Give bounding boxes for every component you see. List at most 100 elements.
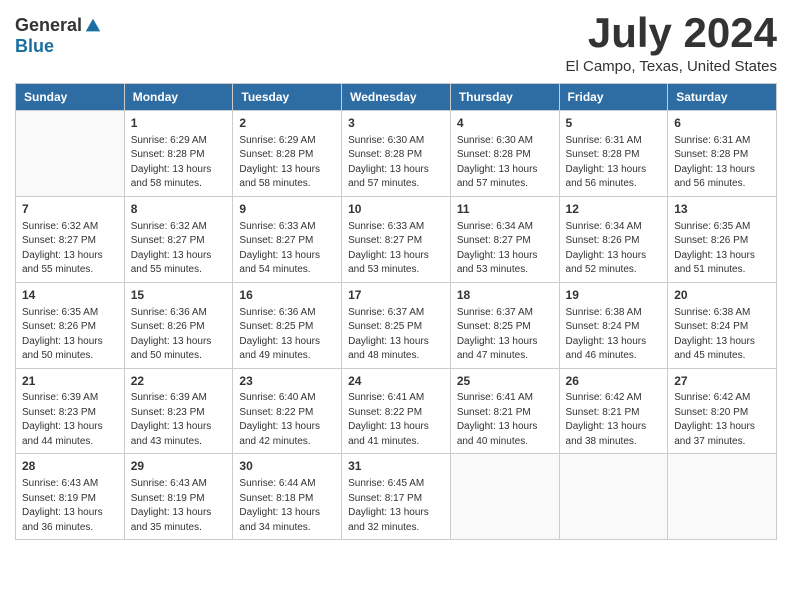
day-info: Sunrise: 6:34 AM Sunset: 8:27 PM Dayligh… xyxy=(457,220,553,278)
calendar-cell: 4Sunrise: 6:30 AM Sunset: 8:28 PM Daylig… xyxy=(450,111,559,197)
calendar-cell: 19 Sunrise: 6:38 AM Sunset: 8:24 PM Dayli… xyxy=(559,282,668,368)
header-monday: Monday xyxy=(124,84,233,111)
day-info: Sunrise: 6:34 AM Sunset: 8:26 PM Dayligh… xyxy=(566,220,662,278)
calendar-week-row: 14 Sunrise: 6:35 AM Sunset: 8:26 PM Dayli… xyxy=(16,282,777,368)
month-year-title: July 2024 xyxy=(566,10,778,56)
day-number: 16 xyxy=(239,287,335,304)
day-info: Sunrise: 6:32 AM Sunset: 8:27 PM Dayligh… xyxy=(131,220,227,278)
logo-icon xyxy=(84,17,102,35)
logo-blue-text: Blue xyxy=(15,36,54,57)
calendar-cell: 29 Sunrise: 6:43 AM Sunset: 8:19 PM Dayli… xyxy=(124,454,233,540)
calendar-header-row: SundayMondayTuesdayWednesdayThursdayFrid… xyxy=(16,84,777,111)
day-info: Sunrise: 6:31 AM Sunset: 8:28 PM Dayligh… xyxy=(566,134,662,192)
day-info: Sunrise: 6:29 AM Sunset: 8:28 PM Dayligh… xyxy=(239,134,335,192)
day-number: 9 xyxy=(239,201,335,218)
day-info: Sunrise: 6:39 AM Sunset: 8:23 PM Dayligh… xyxy=(131,391,227,449)
day-number: 17 xyxy=(348,287,444,304)
day-number: 20 xyxy=(674,287,770,304)
calendar-cell: 16Sunrise: 6:36 AM Sunset: 8:25 PM Dayli… xyxy=(233,282,342,368)
day-number: 19 xyxy=(566,287,662,304)
day-number: 13 xyxy=(674,201,770,218)
day-number: 12 xyxy=(566,201,662,218)
logo: General Blue xyxy=(15,10,102,57)
day-info: Sunrise: 6:45 AM Sunset: 8:17 PM Dayligh… xyxy=(348,477,444,535)
calendar-cell xyxy=(450,454,559,540)
day-info: Sunrise: 6:42 AM Sunset: 8:20 PM Dayligh… xyxy=(674,391,770,449)
title-block: July 2024 El Campo, Texas, United States xyxy=(566,10,778,75)
day-number: 31 xyxy=(348,458,444,475)
day-info: Sunrise: 6:33 AM Sunset: 8:27 PM Dayligh… xyxy=(239,220,335,278)
logo-general-text: General xyxy=(15,15,82,36)
header-wednesday: Wednesday xyxy=(342,84,451,111)
day-info: Sunrise: 6:37 AM Sunset: 8:25 PM Dayligh… xyxy=(457,306,553,364)
calendar-week-row: 1 Sunrise: 6:29 AM Sunset: 8:28 PM Daylig… xyxy=(16,111,777,197)
calendar-cell: 1 Sunrise: 6:29 AM Sunset: 8:28 PM Daylig… xyxy=(124,111,233,197)
day-info: Sunrise: 6:42 AM Sunset: 8:21 PM Dayligh… xyxy=(566,391,662,449)
day-number: 3 xyxy=(348,115,444,132)
calendar-cell xyxy=(16,111,125,197)
calendar-cell: 18 Sunrise: 6:37 AM Sunset: 8:25 PM Dayli… xyxy=(450,282,559,368)
calendar-week-row: 21Sunrise: 6:39 AM Sunset: 8:23 PM Dayli… xyxy=(16,368,777,454)
day-info: Sunrise: 6:43 AM Sunset: 8:19 PM Dayligh… xyxy=(131,477,227,535)
day-info: Sunrise: 6:40 AM Sunset: 8:22 PM Dayligh… xyxy=(239,391,335,449)
day-number: 28 xyxy=(22,458,118,475)
header-sunday: Sunday xyxy=(16,84,125,111)
calendar-cell: 8 Sunrise: 6:32 AM Sunset: 8:27 PM Daylig… xyxy=(124,196,233,282)
calendar-cell: 20Sunrise: 6:38 AM Sunset: 8:24 PM Dayli… xyxy=(668,282,777,368)
day-number: 6 xyxy=(674,115,770,132)
day-number: 2 xyxy=(239,115,335,132)
calendar-cell: 12 Sunrise: 6:34 AM Sunset: 8:26 PM Dayli… xyxy=(559,196,668,282)
day-number: 22 xyxy=(131,373,227,390)
day-info: Sunrise: 6:31 AM Sunset: 8:28 PM Dayligh… xyxy=(674,134,770,192)
day-number: 25 xyxy=(457,373,553,390)
day-info: Sunrise: 6:38 AM Sunset: 8:24 PM Dayligh… xyxy=(566,306,662,364)
calendar-cell: 25Sunrise: 6:41 AM Sunset: 8:21 PM Dayli… xyxy=(450,368,559,454)
day-info: Sunrise: 6:35 AM Sunset: 8:26 PM Dayligh… xyxy=(22,306,118,364)
day-number: 15 xyxy=(131,287,227,304)
calendar-cell: 28 Sunrise: 6:43 AM Sunset: 8:19 PM Dayli… xyxy=(16,454,125,540)
day-number: 18 xyxy=(457,287,553,304)
day-info: Sunrise: 6:36 AM Sunset: 8:26 PM Dayligh… xyxy=(131,306,227,364)
calendar-cell: 24Sunrise: 6:41 AM Sunset: 8:22 PM Dayli… xyxy=(342,368,451,454)
day-info: Sunrise: 6:43 AM Sunset: 8:19 PM Dayligh… xyxy=(22,477,118,535)
day-number: 30 xyxy=(239,458,335,475)
day-number: 1 xyxy=(131,115,227,132)
day-number: 29 xyxy=(131,458,227,475)
calendar-cell xyxy=(559,454,668,540)
calendar-week-row: 28 Sunrise: 6:43 AM Sunset: 8:19 PM Dayli… xyxy=(16,454,777,540)
day-info: Sunrise: 6:33 AM Sunset: 8:27 PM Dayligh… xyxy=(348,220,444,278)
location-text: El Campo, Texas, United States xyxy=(566,58,778,75)
calendar-cell: 3 Sunrise: 6:30 AM Sunset: 8:28 PM Daylig… xyxy=(342,111,451,197)
day-info: Sunrise: 6:32 AM Sunset: 8:27 PM Dayligh… xyxy=(22,220,118,278)
page-header: General Blue July 2024 El Campo, Texas, … xyxy=(15,10,777,75)
calendar-cell: 26Sunrise: 6:42 AM Sunset: 8:21 PM Dayli… xyxy=(559,368,668,454)
header-thursday: Thursday xyxy=(450,84,559,111)
calendar-table: SundayMondayTuesdayWednesdayThursdayFrid… xyxy=(15,83,777,540)
calendar-cell: 23Sunrise: 6:40 AM Sunset: 8:22 PM Dayli… xyxy=(233,368,342,454)
header-friday: Friday xyxy=(559,84,668,111)
day-number: 4 xyxy=(457,115,553,132)
day-info: Sunrise: 6:30 AM Sunset: 8:28 PM Dayligh… xyxy=(348,134,444,192)
calendar-cell: 27Sunrise: 6:42 AM Sunset: 8:20 PM Dayli… xyxy=(668,368,777,454)
day-info: Sunrise: 6:44 AM Sunset: 8:18 PM Dayligh… xyxy=(239,477,335,535)
day-number: 14 xyxy=(22,287,118,304)
day-number: 8 xyxy=(131,201,227,218)
calendar-cell: 6 Sunrise: 6:31 AM Sunset: 8:28 PM Daylig… xyxy=(668,111,777,197)
calendar-cell: 17Sunrise: 6:37 AM Sunset: 8:25 PM Dayli… xyxy=(342,282,451,368)
calendar-cell: 2 Sunrise: 6:29 AM Sunset: 8:28 PM Daylig… xyxy=(233,111,342,197)
day-number: 7 xyxy=(22,201,118,218)
calendar-cell xyxy=(668,454,777,540)
day-number: 10 xyxy=(348,201,444,218)
calendar-cell: 31 Sunrise: 6:45 AM Sunset: 8:17 PM Dayli… xyxy=(342,454,451,540)
day-number: 27 xyxy=(674,373,770,390)
calendar-cell: 22Sunrise: 6:39 AM Sunset: 8:23 PM Dayli… xyxy=(124,368,233,454)
day-info: Sunrise: 6:41 AM Sunset: 8:21 PM Dayligh… xyxy=(457,391,553,449)
day-info: Sunrise: 6:29 AM Sunset: 8:28 PM Dayligh… xyxy=(131,134,227,192)
calendar-cell: 10 Sunrise: 6:33 AM Sunset: 8:27 PM Dayli… xyxy=(342,196,451,282)
day-number: 11 xyxy=(457,201,553,218)
day-info: Sunrise: 6:35 AM Sunset: 8:26 PM Dayligh… xyxy=(674,220,770,278)
calendar-cell: 30 Sunrise: 6:44 AM Sunset: 8:18 PM Dayli… xyxy=(233,454,342,540)
day-number: 5 xyxy=(566,115,662,132)
header-tuesday: Tuesday xyxy=(233,84,342,111)
calendar-cell: 14 Sunrise: 6:35 AM Sunset: 8:26 PM Dayli… xyxy=(16,282,125,368)
